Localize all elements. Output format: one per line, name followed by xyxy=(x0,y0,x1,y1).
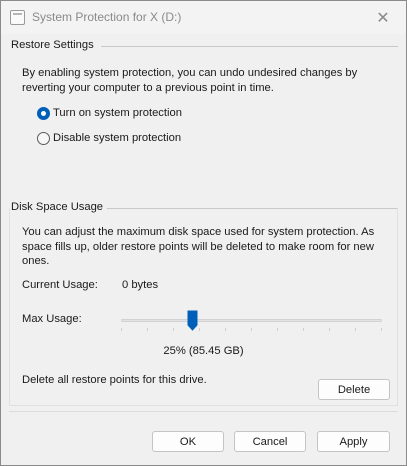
radio-selected-icon[interactable] xyxy=(37,106,50,120)
ok-button[interactable]: OK xyxy=(152,431,224,452)
footer-separator xyxy=(9,411,398,412)
restore-settings-description: By enabling system protection, you can u… xyxy=(22,66,357,95)
radio-unselected-icon[interactable] xyxy=(37,131,50,145)
turn-on-protection-option[interactable]: Turn on system protection xyxy=(37,105,182,121)
disk-space-group-frame xyxy=(9,208,398,406)
title-bar[interactable]: System Protection for X (D:) ✕ xyxy=(1,1,406,34)
window-icon xyxy=(10,10,25,25)
apply-button[interactable]: Apply xyxy=(317,431,390,452)
close-button[interactable]: ✕ xyxy=(360,1,406,34)
system-protection-dialog: System Protection for X (D:) ✕ Restore S… xyxy=(0,0,407,466)
disable-protection-label[interactable]: Disable system protection xyxy=(53,132,181,144)
window-title: System Protection for X (D:) xyxy=(32,10,182,24)
cancel-button[interactable]: Cancel xyxy=(234,431,306,452)
restore-settings-divider xyxy=(101,46,398,47)
disable-protection-option[interactable]: Disable system protection xyxy=(37,130,181,146)
restore-settings-heading: Restore Settings xyxy=(11,39,98,51)
restore-description-line-1: By enabling system protection, you can u… xyxy=(22,67,358,79)
restore-description-line-2: reverting your computer to a previous po… xyxy=(22,81,274,94)
turn-on-protection-label[interactable]: Turn on system protection xyxy=(53,107,182,119)
close-icon: ✕ xyxy=(376,8,390,27)
